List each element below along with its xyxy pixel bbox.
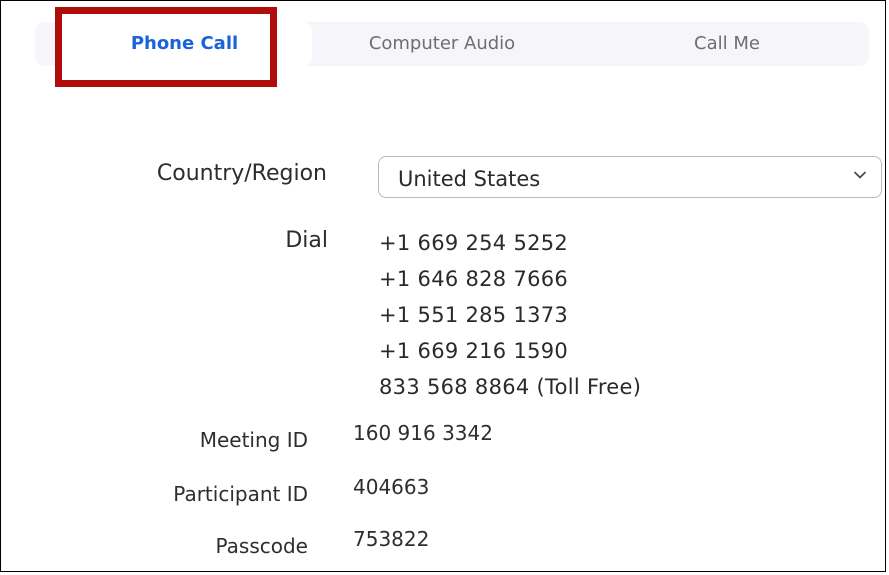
- dial-number-list: +1 669 254 5252 +1 646 828 7666 +1 551 2…: [379, 225, 641, 405]
- passcode-label: Passcode: [215, 534, 309, 558]
- dial-number: +1 669 216 1590: [379, 339, 569, 363]
- country-region-select[interactable]: United States: [378, 156, 882, 198]
- tab-call-me[interactable]: Call Me: [637, 22, 817, 66]
- dial-number: +1 646 828 7666: [379, 267, 569, 291]
- chevron-down-icon: [854, 171, 866, 179]
- country-region-value: United States: [398, 167, 541, 191]
- dial-label: Dial: [285, 228, 328, 253]
- participant-id-value: 404663: [353, 475, 430, 499]
- tab-computer-audio[interactable]: Computer Audio: [329, 22, 555, 66]
- participant-id-label: Participant ID: [173, 482, 308, 506]
- passcode-value: 753822: [353, 527, 430, 551]
- dial-number-toll-free: 833 568 8864 (Toll Free): [379, 375, 642, 399]
- dial-number: +1 669 254 5252: [379, 231, 569, 255]
- country-region-label: Country/Region: [156, 161, 327, 186]
- audio-options-panel: Phone Call Computer Audio Call Me Countr…: [0, 0, 886, 572]
- meeting-id-value: 160 916 3342: [353, 421, 493, 445]
- dial-number: +1 551 285 1373: [379, 303, 569, 327]
- tab-phone-call[interactable]: Phone Call: [57, 22, 312, 66]
- audio-tab-bar: Phone Call Computer Audio Call Me: [35, 22, 869, 66]
- meeting-id-label: Meeting ID: [199, 428, 308, 452]
